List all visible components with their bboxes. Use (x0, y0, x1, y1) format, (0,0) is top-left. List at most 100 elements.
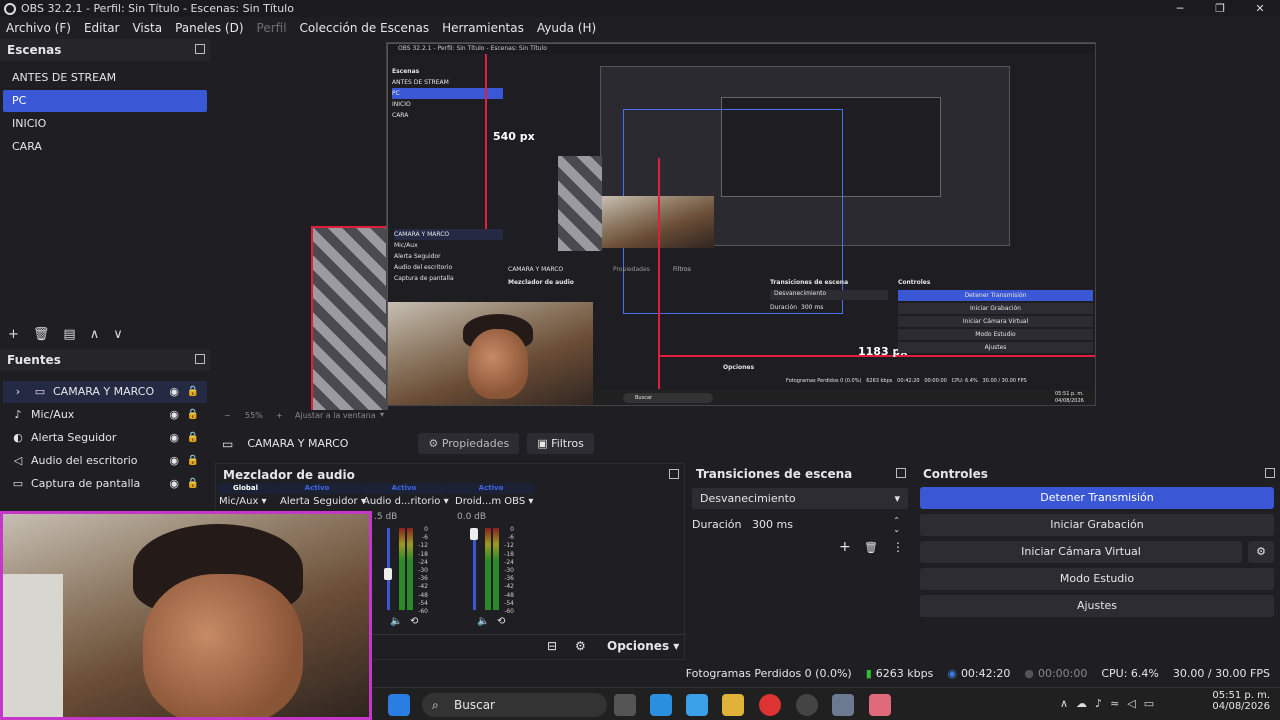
filters-button[interactable]: ▣ Filtros (527, 433, 594, 454)
nested-btn-settings: Ajustes (898, 342, 1093, 353)
task-view-icon[interactable] (614, 694, 636, 716)
menu-perfil[interactable]: Perfil (257, 21, 287, 35)
maximize-button[interactable]: ❐ (1200, 0, 1240, 17)
expand-icon[interactable]: › (9, 381, 27, 403)
tick: 0 (510, 526, 514, 533)
add-icon[interactable]: + (839, 539, 851, 555)
obs-icon[interactable] (796, 694, 818, 716)
lock-icon[interactable]: 🔒 (187, 404, 199, 426)
move-up-icon[interactable]: ∧ (90, 327, 100, 342)
link-icon[interactable]: ⟲ (497, 616, 505, 627)
eye-icon[interactable]: ◉ (169, 473, 179, 495)
link-icon[interactable]: ⟲ (410, 616, 418, 627)
undock-icon[interactable] (195, 354, 205, 364)
gear-icon[interactable]: ⚙ (575, 639, 586, 653)
undock-icon[interactable] (195, 44, 205, 54)
menu-editar[interactable]: Editar (84, 21, 120, 35)
channel-alerta[interactable]: Alerta Seguidor ▾ (280, 496, 366, 507)
folder-icon: ▭ (34, 385, 46, 398)
scene-item-selected[interactable]: PC (3, 90, 207, 112)
settings-button[interactable]: Ajustes (920, 595, 1274, 617)
eye-icon[interactable]: ◉ (169, 450, 179, 472)
volume-slider[interactable] (473, 528, 476, 610)
source-item[interactable]: ◁ Audio del escritorio ◉ 🔒 (3, 450, 207, 472)
taskbar-search[interactable]: ⌕ Buscar (422, 693, 607, 717)
menu-ayuda[interactable]: Ayuda (H) (537, 21, 596, 35)
transitions-title: Transiciones de escena (696, 467, 853, 481)
trash-icon[interactable]: 🗑 (33, 327, 50, 342)
lock-icon[interactable]: 🔒 (187, 450, 199, 472)
minimize-button[interactable]: ─ (1160, 0, 1200, 17)
lock-icon[interactable]: 🔒 (187, 473, 199, 495)
store-icon[interactable] (650, 694, 672, 716)
stop-stream-button[interactable]: Detener Transmisión (920, 487, 1274, 509)
tick: -48 (504, 591, 514, 599)
menu-coleccion[interactable]: Colección de Escenas (300, 21, 430, 35)
person-face (143, 574, 303, 717)
tab-active[interactable]: Activo (361, 483, 447, 494)
gear-icon[interactable]: ⚙ (1248, 541, 1274, 563)
speaker-icon[interactable]: 🔈 (477, 616, 489, 627)
eye-icon[interactable]: ◉ (169, 427, 179, 449)
app-icon[interactable] (686, 694, 708, 716)
undock-icon[interactable] (896, 468, 906, 478)
tab-active[interactable]: Activo (448, 483, 534, 494)
tray-icons[interactable]: ∧☁♪≈◁▭ (1060, 697, 1162, 710)
menu-archivo[interactable]: Archivo (F) (6, 21, 71, 35)
spin-icon[interactable]: ⌃ ⌄ (893, 516, 900, 534)
folder-icon[interactable] (722, 694, 744, 716)
menu-vista[interactable]: Vista (132, 21, 162, 35)
dropped-frames: Fotogramas Perdidos 0 (0.0%) (685, 667, 852, 680)
scene-item[interactable]: CARA (3, 136, 207, 158)
zoom-out-icon[interactable]: − (224, 411, 231, 420)
scene-item[interactable]: ANTES DE STREAM (3, 67, 207, 89)
start-recording-button[interactable]: Iniciar Grabación (920, 514, 1274, 536)
filter-icon[interactable]: ▤ (63, 327, 75, 342)
channel-desktop[interactable]: Audio d...ritorio ▾ (363, 496, 449, 507)
volume-knob[interactable] (470, 528, 478, 540)
fit-window[interactable]: Ajustar a la ventana (295, 411, 376, 420)
studio-mode-button[interactable]: Modo Estudio (920, 568, 1274, 590)
options-button[interactable]: Opciones ▾ (607, 639, 679, 653)
layout-icon[interactable]: ⊟ (547, 639, 557, 653)
clock[interactable]: 05:51 p. m. 04/08/2026 (1210, 690, 1270, 712)
tab-global[interactable]: Global (218, 483, 273, 494)
settings-icon[interactable] (832, 694, 854, 716)
tab-active[interactable]: Activo (274, 483, 360, 494)
windows-start-icon[interactable] (388, 694, 410, 716)
start-virtual-cam-button[interactable]: Iniciar Cámara Virtual (920, 541, 1242, 563)
move-down-icon[interactable]: ∨ (113, 327, 123, 342)
speaker-icon[interactable]: 🔈 (390, 616, 402, 627)
trash-icon[interactable]: 🗑 (864, 541, 878, 554)
scene-item[interactable]: INICIO (3, 113, 207, 135)
lock-icon[interactable]: 🔒 (187, 381, 199, 403)
source-item[interactable]: ▭ Captura de pantalla ◉ 🔒 (3, 473, 207, 495)
channel-droidcam[interactable]: Droid...m OBS ▾ (455, 496, 533, 507)
menu-paneles[interactable]: Paneles (D) (175, 21, 243, 35)
undock-icon[interactable] (669, 469, 679, 479)
channel-label: Droid...m OBS (455, 496, 526, 507)
lock-icon[interactable]: 🔒 (187, 427, 199, 449)
volume-knob[interactable] (384, 568, 392, 580)
menu-herramientas[interactable]: Herramientas (442, 21, 524, 35)
properties-button[interactable]: ⚙ Propiedades (418, 433, 520, 454)
filters-label: Filtros (551, 437, 584, 450)
channel-mic[interactable]: Mic/Aux ▾ (219, 496, 267, 507)
app-icon[interactable] (869, 694, 891, 716)
eye-icon[interactable]: ◉ (169, 381, 179, 403)
undock-icon[interactable] (1265, 468, 1275, 478)
preview-canvas[interactable]: OBS 32.2.1 - Perfil: Sin Título - Escena… (386, 42, 1096, 406)
eye-icon[interactable]: ◉ (169, 404, 179, 426)
chrome-icon[interactable] (759, 694, 781, 716)
duration-input[interactable]: 300 ms ⌃ ⌄ (744, 514, 908, 535)
more-icon[interactable]: ⋮ (892, 540, 904, 554)
transition-select[interactable]: Desvanecimiento ▾ (692, 488, 908, 509)
source-item[interactable]: ♪ Mic/Aux ◉ 🔒 (3, 404, 207, 426)
source-item[interactable]: ◐ Alerta Seguidor ◉ 🔒 (3, 427, 207, 449)
close-button[interactable]: ✕ (1240, 0, 1280, 17)
zoom-in-icon[interactable]: + (276, 411, 283, 420)
source-item-selected[interactable]: › ▭ CAMARA Y MARCO ◉ 🔒 (3, 381, 207, 403)
chevron-down-icon[interactable]: ▾ (380, 410, 384, 419)
add-icon[interactable]: + (8, 327, 19, 342)
tick: -30 (504, 567, 514, 575)
